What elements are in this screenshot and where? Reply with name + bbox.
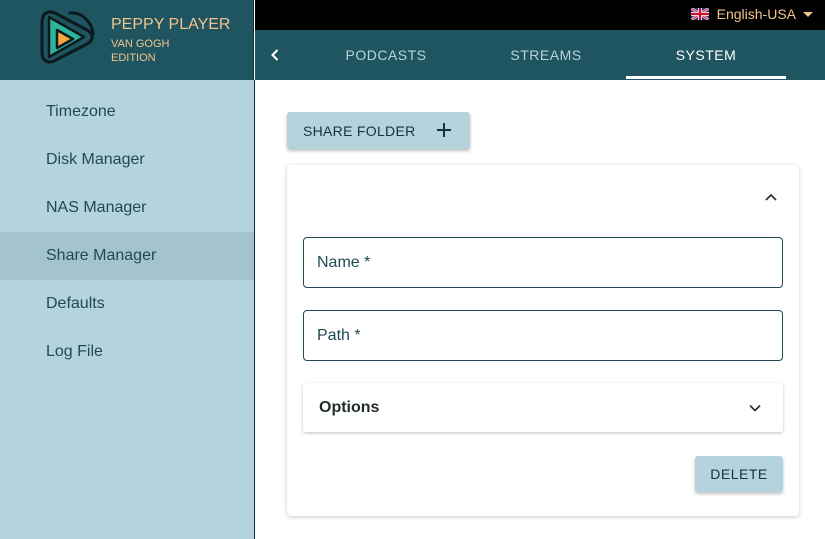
- sidebar-item-nas-manager[interactable]: NAS Manager: [0, 184, 254, 232]
- sidebar-item-log-file[interactable]: Log File: [0, 328, 254, 376]
- share-folder-button[interactable]: SHARE FOLDER: [287, 112, 470, 149]
- sidebar-item-label: Disk Manager: [46, 151, 145, 168]
- chevron-up-icon[interactable]: [761, 187, 781, 207]
- sidebar-item-label: Log File: [46, 343, 103, 360]
- tab-streams[interactable]: STREAMS: [466, 30, 626, 80]
- sidebar-item-label: Share Manager: [46, 247, 157, 264]
- sidebar-item-label: Timezone: [46, 103, 116, 120]
- top-bar: English-USA: [255, 0, 825, 30]
- chevron-left-icon[interactable]: [263, 43, 287, 67]
- chevron-down-icon: [749, 404, 761, 412]
- active-tab-indicator: [626, 76, 786, 79]
- sidebar: Timezone Disk Manager NAS Manager Share …: [0, 80, 255, 539]
- options-accordion[interactable]: Options: [303, 383, 783, 432]
- tab-system[interactable]: SYSTEM: [626, 30, 786, 80]
- sidebar-item-share-manager[interactable]: Share Manager: [0, 232, 254, 280]
- tab-label: STREAMS: [510, 47, 582, 63]
- language-selector[interactable]: English-USA: [690, 6, 813, 22]
- app-subtitle-line2: EDITION: [111, 52, 156, 64]
- peppy-play-logo-icon: [40, 10, 95, 64]
- language-label: English-USA: [716, 6, 796, 22]
- name-field-label: Name *: [317, 253, 371, 271]
- tab-label: PODCASTS: [345, 47, 427, 63]
- sidebar-item-label: NAS Manager: [46, 199, 147, 216]
- sidebar-item-label: Defaults: [46, 295, 105, 312]
- name-field[interactable]: Name *: [303, 237, 783, 288]
- app-title: PEPPY PLAYER: [111, 16, 231, 33]
- plus-icon: [437, 123, 451, 137]
- tab-bar: PODCASTS STREAMS SYSTEM: [255, 30, 825, 80]
- sidebar-item-disk-manager[interactable]: Disk Manager: [0, 136, 254, 184]
- app-subtitle-line1: VAN GOGH: [111, 38, 170, 50]
- path-field[interactable]: Path *: [303, 310, 783, 361]
- tab-label: SYSTEM: [675, 47, 737, 63]
- sidebar-item-defaults[interactable]: Defaults: [0, 280, 254, 328]
- share-folder-label: SHARE FOLDER: [303, 122, 416, 139]
- sidebar-item-timezone[interactable]: Timezone: [0, 88, 254, 136]
- share-card: Name * Path * Options DELETE: [287, 165, 799, 516]
- app-logo-block: PEPPY PLAYER VAN GOGH EDITION: [0, 0, 254, 80]
- uk-flag-icon: [690, 8, 709, 20]
- path-field-label: Path *: [317, 326, 361, 344]
- caret-down-icon: [803, 11, 813, 17]
- options-label: Options: [319, 399, 380, 416]
- tab-podcasts[interactable]: PODCASTS: [306, 30, 466, 80]
- delete-button[interactable]: DELETE: [695, 456, 783, 492]
